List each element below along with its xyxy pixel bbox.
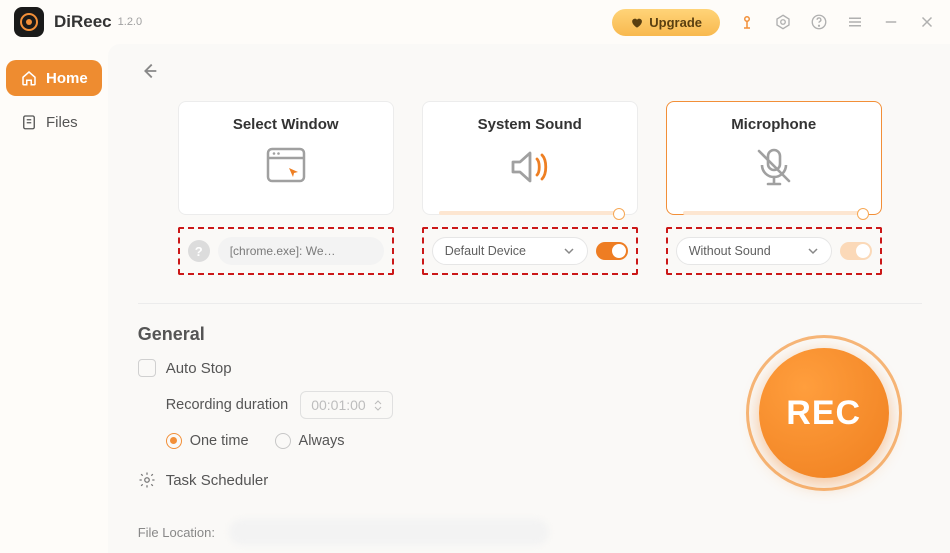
microphone-row-annotation: Without Sound: [666, 227, 882, 275]
microphone-block: Microphone Without Sound: [666, 101, 882, 275]
app-logo: [14, 7, 44, 37]
duration-stepper[interactable]: [374, 400, 382, 411]
record-button[interactable]: REC: [746, 335, 902, 491]
menu-icon[interactable]: [846, 13, 864, 31]
settings-icon[interactable]: [774, 13, 792, 31]
file-location-label: File Location:: [138, 525, 215, 540]
system-sound-card[interactable]: System Sound: [422, 101, 638, 215]
sidebar-item-label: Home: [46, 70, 88, 87]
back-button[interactable]: [138, 60, 922, 87]
system-sound-toggle[interactable]: [596, 242, 628, 260]
radio-label: Always: [299, 433, 345, 449]
microphone-device-select[interactable]: Without Sound: [676, 237, 832, 265]
app-version: 1.2.0: [118, 16, 142, 28]
microphone-toggle[interactable]: [840, 242, 872, 260]
titlebar: DiReec 1.2.0 Upgrade: [0, 0, 950, 44]
help-icon[interactable]: [810, 13, 828, 31]
content: Select Window ? [chrome.exe]: We… System…: [108, 44, 950, 553]
record-label: REC: [759, 348, 889, 478]
app-name: DiReec: [54, 12, 112, 32]
gift-icon[interactable]: [738, 13, 756, 31]
files-icon: [20, 113, 38, 131]
recording-duration-input[interactable]: 00:01:00: [300, 391, 393, 419]
sidebar-item-home[interactable]: Home: [6, 60, 102, 96]
sidebar: Home Files: [0, 44, 108, 553]
auto-stop-checkbox[interactable]: [138, 359, 156, 377]
close-icon[interactable]: [918, 13, 936, 31]
upgrade-label: Upgrade: [649, 15, 702, 30]
volume-slider[interactable]: [439, 211, 621, 215]
selected-window-field[interactable]: [chrome.exe]: We…: [218, 237, 384, 265]
chevron-down-icon: [807, 245, 819, 257]
always-radio[interactable]: Always: [275, 433, 345, 449]
home-icon: [20, 69, 38, 87]
system-sound-row-annotation: Default Device: [422, 227, 638, 275]
microphone-muted-icon: [667, 145, 881, 189]
window-row-annotation: ? [chrome.exe]: We…: [178, 227, 394, 275]
chevron-down-icon: [374, 406, 382, 411]
task-scheduler-label: Task Scheduler: [166, 472, 269, 489]
system-sound-block: System Sound Default Device: [422, 101, 638, 275]
radio-label: One time: [190, 433, 249, 449]
chevron-down-icon: [563, 245, 575, 257]
select-value: Default Device: [445, 244, 526, 258]
heart-icon: [630, 16, 643, 29]
mic-volume-slider[interactable]: [683, 211, 865, 215]
recording-duration-label: Recording duration: [166, 397, 289, 413]
card-title: Microphone: [667, 116, 881, 133]
chevron-up-icon: [374, 400, 382, 405]
sidebar-item-files[interactable]: Files: [6, 104, 102, 140]
select-value: Without Sound: [689, 244, 771, 258]
window-icon: [179, 145, 393, 185]
file-location-path[interactable]: [229, 519, 549, 545]
minimize-icon[interactable]: [882, 13, 900, 31]
select-window-block: Select Window ? [chrome.exe]: We…: [178, 101, 394, 275]
microphone-card[interactable]: Microphone: [666, 101, 882, 215]
card-title: Select Window: [179, 116, 393, 133]
select-window-card[interactable]: Select Window: [178, 101, 394, 215]
system-sound-device-select[interactable]: Default Device: [432, 237, 588, 265]
sidebar-item-label: Files: [46, 114, 78, 131]
auto-stop-label: Auto Stop: [166, 360, 232, 377]
divider: [138, 303, 922, 304]
card-title: System Sound: [423, 116, 637, 133]
upgrade-button[interactable]: Upgrade: [612, 9, 720, 36]
duration-value: 00:01:00: [311, 397, 366, 413]
help-badge[interactable]: ?: [188, 240, 210, 262]
gear-icon: [138, 471, 156, 489]
speaker-icon: [423, 145, 637, 189]
one-time-radio[interactable]: One time: [166, 433, 249, 449]
